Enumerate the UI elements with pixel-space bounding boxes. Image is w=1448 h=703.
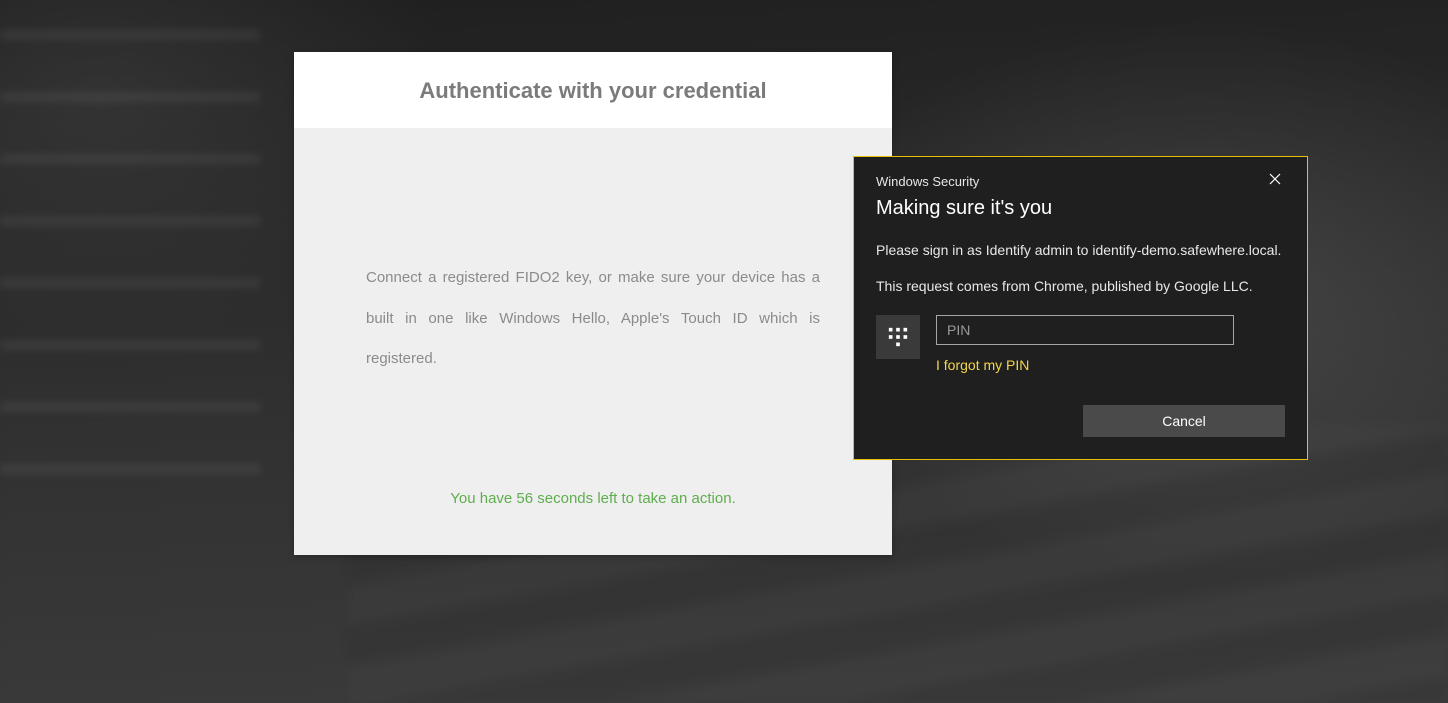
keypad-icon	[876, 315, 920, 359]
auth-card-header: Authenticate with your credential	[294, 52, 892, 128]
cancel-button[interactable]: Cancel	[1083, 405, 1285, 437]
pin-input[interactable]	[936, 315, 1234, 345]
forgot-pin-link[interactable]: I forgot my PIN	[936, 357, 1029, 373]
auth-card: Authenticate with your credential Connec…	[294, 52, 892, 555]
windows-security-message-1: Please sign in as Identify admin to iden…	[876, 240, 1285, 260]
auth-instructions: Connect a registered FIDO2 key, or make …	[366, 258, 820, 380]
close-button[interactable]	[1265, 171, 1285, 191]
auth-countdown: You have 56 seconds left to take an acti…	[366, 380, 820, 525]
windows-security-label: Windows Security	[876, 174, 979, 189]
auth-card-body: Connect a registered FIDO2 key, or make …	[294, 128, 892, 555]
windows-security-dialog: Windows Security Making sure it's you Pl…	[853, 156, 1308, 460]
background-lines	[0, 0, 260, 520]
windows-security-heading: Making sure it's you	[876, 197, 1285, 220]
auth-card-title: Authenticate with your credential	[314, 78, 872, 104]
windows-security-message-2: This request comes from Chrome, publishe…	[876, 276, 1285, 296]
close-icon	[1269, 172, 1281, 190]
